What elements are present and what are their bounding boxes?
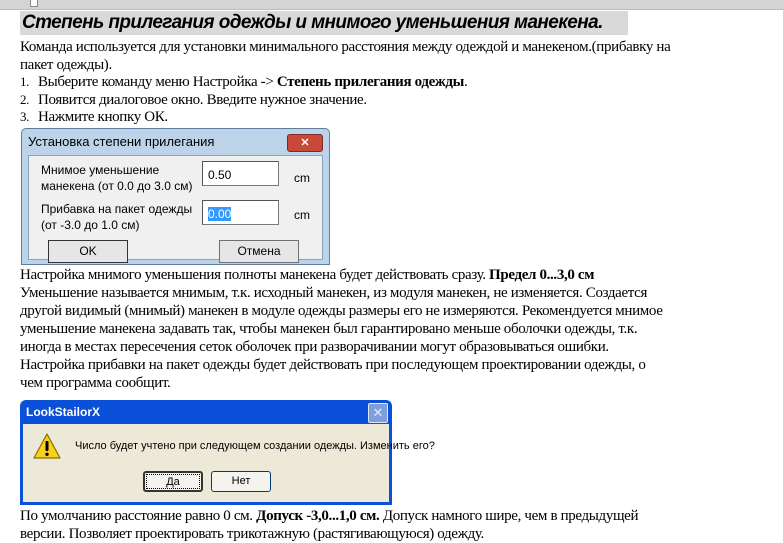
- dialog-title: LookStailorX: [26, 405, 101, 419]
- no-button[interactable]: Нет: [211, 471, 271, 492]
- body-line: другой видимый (мнимый) манекен в модуле…: [20, 303, 663, 319]
- step-number: 2.: [20, 92, 30, 107]
- step-punct: .: [464, 74, 468, 90]
- body-line: уменьшение манекена задавать так, чтобы …: [20, 321, 638, 337]
- confirm-dialog: LookStailorX ✕ Число будет учтено при сл…: [20, 400, 435, 505]
- close-icon[interactable]: ✕: [368, 403, 388, 423]
- warning-icon: [33, 433, 61, 459]
- body-line: Настройка прибавки на пакет одежды будет…: [20, 357, 646, 373]
- section-heading: Степень прилегания одежды и мнимого умен…: [20, 11, 628, 35]
- step-text: Нажмите кнопку ОК.: [38, 109, 168, 125]
- yes-button[interactable]: Да: [143, 471, 203, 492]
- fit-dialog: Установка степени прилегания ✕ Мнимое ум…: [21, 128, 330, 265]
- ruler-marker: [30, 0, 38, 7]
- step-3: 3. Нажмите кнопку ОК.: [20, 108, 168, 126]
- body-line: иногда в местах пересечения сеток оболоч…: [20, 339, 609, 355]
- intro-line: Команда используется для установки миним…: [20, 39, 671, 55]
- clothing-allowance-label: Прибавка на пакет одежды (от -3.0 до 1.0 …: [41, 202, 193, 232]
- close-icon[interactable]: ✕: [287, 134, 323, 152]
- step-2: 2. Появится диалоговое окно. Введите нужн…: [20, 91, 367, 109]
- step-text: Появится диалоговое окно. Введите нужное…: [38, 92, 367, 108]
- limit-text: Предел 0...3,0 см: [489, 267, 595, 283]
- dialog-title: Установка степени прилегания: [28, 134, 215, 149]
- clothing-allowance-input[interactable]: 0.00: [202, 200, 279, 225]
- footer-line: версии. Позволяет проектировать трикотаж…: [20, 526, 484, 542]
- dialog-body: Мнимое уменьшение манекена (от 0.0 до 3.0…: [28, 155, 323, 263]
- mannequin-reduction-label: Мнимое уменьшение манекена (от 0.0 до 3.0…: [41, 163, 193, 193]
- mannequin-reduction-input[interactable]: 0.50: [202, 161, 279, 186]
- unit-label: cm: [294, 208, 310, 222]
- cancel-button[interactable]: Отмена: [219, 240, 299, 263]
- body-line: Настройка мнимого уменьшения полноты ман…: [20, 267, 595, 283]
- step-text: Выберите команду меню Настройка ->: [38, 74, 277, 90]
- selected-text: 0.00: [208, 207, 232, 221]
- step-number: 3.: [20, 109, 30, 124]
- dialog-body: Число будет учтено при следующем создани…: [23, 424, 435, 502]
- step-number: 1.: [20, 74, 30, 89]
- tolerance-text: Допуск -3,0...1,0 см.: [256, 508, 380, 524]
- step-menu-path: Степень прилегания одежды: [276, 74, 465, 90]
- step-1: 1. Выберите команду меню Настройка -> Сте…: [20, 73, 468, 91]
- ok-button[interactable]: OK: [48, 240, 128, 263]
- top-ruler: [0, 0, 783, 10]
- body-line: чем программа сообщит.: [20, 375, 171, 391]
- unit-label: cm: [294, 171, 310, 185]
- footer-line: По умолчанию расстояние равно 0 см. Допу…: [20, 508, 639, 524]
- intro-line: пакет одежды).: [20, 57, 112, 73]
- body-line: Уменьшение называется мнимым, т.к. исход…: [20, 285, 648, 301]
- confirm-message: Число будет учтено при следующем создани…: [75, 440, 435, 452]
